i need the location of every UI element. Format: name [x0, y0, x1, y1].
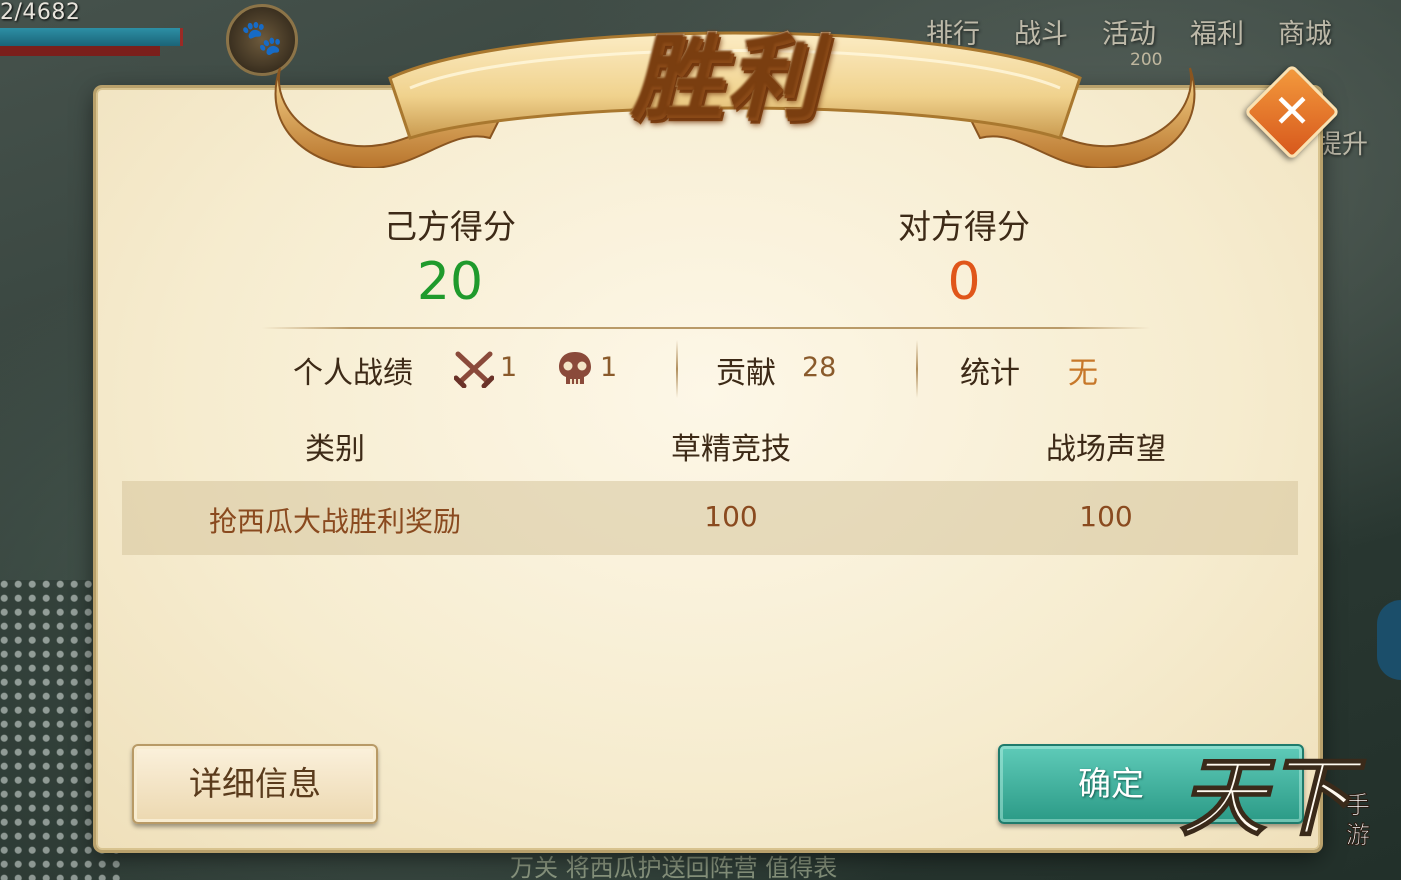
my-score-value: 20: [416, 252, 484, 312]
hp-bar: [0, 28, 183, 46]
stat-divider-2: [916, 340, 918, 398]
upgrade-button[interactable]: 提升: [1316, 124, 1368, 161]
menu-shop[interactable]: 商城: [1278, 12, 1332, 51]
stats-label: 统计: [960, 356, 1020, 391]
column-header-grass-arena: 草精竞技: [671, 432, 791, 467]
chat-ticker[interactable]: 万关 将西瓜护送回阵营 值得表: [510, 848, 837, 880]
reward-prestige-cell: 100: [1079, 500, 1133, 533]
contribution-label: 贡献: [716, 356, 776, 391]
reward-category-cell: 抢西瓜大战胜利奖励: [208, 505, 461, 538]
hp-readout: 2/4682: [0, 0, 81, 25]
kills-count: 1: [500, 352, 518, 383]
detail-info-button[interactable]: 详细信息: [132, 744, 378, 824]
victory-title: 胜利: [606, 22, 846, 132]
personal-record-label: 个人战绩: [293, 356, 413, 391]
crossed-swords-icon: [454, 351, 494, 388]
skull-icon: [559, 352, 591, 384]
stat-divider-1: [676, 340, 678, 398]
score-divider: [262, 327, 1150, 329]
side-button[interactable]: [1377, 600, 1401, 680]
logo-sub-text-1: 手: [1346, 791, 1370, 819]
logo-sub-text-2: 游: [1346, 821, 1370, 849]
reward-grass-arena-cell: 100: [704, 500, 758, 533]
game-logo: 天下 手 游: [1179, 746, 1371, 850]
column-header-battle-prestige: 战场声望: [1046, 432, 1166, 467]
my-score-label: 己方得分: [384, 207, 516, 246]
victory-dialog: [96, 88, 1320, 850]
close-icon: ✕: [1272, 84, 1312, 138]
deaths-count: 1: [600, 352, 618, 383]
mp-bar: [0, 46, 160, 56]
column-header-category: 类别: [305, 432, 365, 467]
enemy-score-value: 0: [947, 252, 981, 312]
logo-main-text: 天下: [1180, 747, 1366, 848]
enemy-score-label: 对方得分: [898, 207, 1030, 246]
stats-value: 无: [1068, 356, 1098, 391]
contribution-value: 28: [802, 352, 837, 383]
